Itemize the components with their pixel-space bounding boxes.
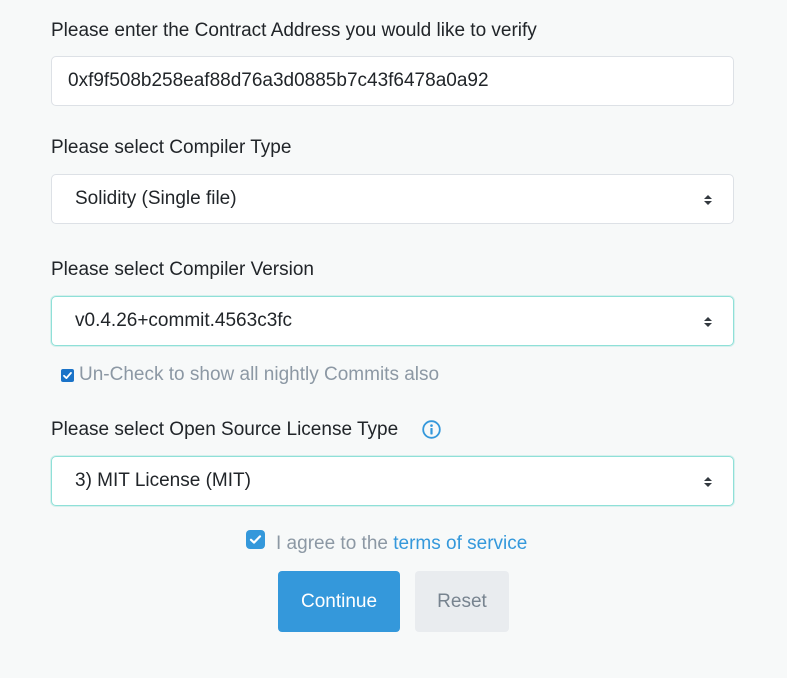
compiler-version-value: v0.4.26+commit.4563c3fc [75,310,293,331]
verify-contract-form: Please enter the Contract Address you wo… [0,0,787,678]
info-circle-icon[interactable] [422,420,441,439]
checkmark-icon [63,372,72,379]
compiler-type-select[interactable]: Solidity (Single file) [51,174,734,224]
nightly-commits-checkbox[interactable] [61,369,74,382]
contract-address-input[interactable]: 0xf9f508b258eaf88d76a3d0885b7c43f6478a0a… [51,56,734,106]
compiler-type-value: Solidity (Single file) [75,188,237,209]
compiler-version-select[interactable]: v0.4.26+commit.4563c3fc [51,296,734,346]
checkmark-icon [249,535,262,544]
license-type-select[interactable]: 3) MIT License (MIT) [51,456,734,506]
reset-button[interactable]: Reset [415,571,509,632]
compiler-type-label: Please select Compiler Type [51,137,292,158]
continue-button[interactable]: Continue [278,571,400,632]
select-arrows-icon [704,477,712,487]
select-arrows-icon [704,195,712,205]
agree-terms-text: I agree to the terms of service [276,533,527,555]
agree-terms-checkbox[interactable] [246,530,265,549]
compiler-version-label: Please select Compiler Version [51,259,314,280]
agree-terms-prefix: I agree to the [276,533,388,554]
license-type-value: 3) MIT License (MIT) [75,470,251,491]
contract-address-value: 0xf9f508b258eaf88d76a3d0885b7c43f6478a0a… [68,70,489,91]
license-type-label: Please select Open Source License Type [51,419,399,440]
select-arrows-icon [704,317,712,327]
contract-address-label: Please enter the Contract Address you wo… [51,20,537,41]
nightly-commits-label: Un-Check to show all nightly Commits als… [79,364,440,385]
terms-of-service-link[interactable]: terms of service [393,533,527,554]
